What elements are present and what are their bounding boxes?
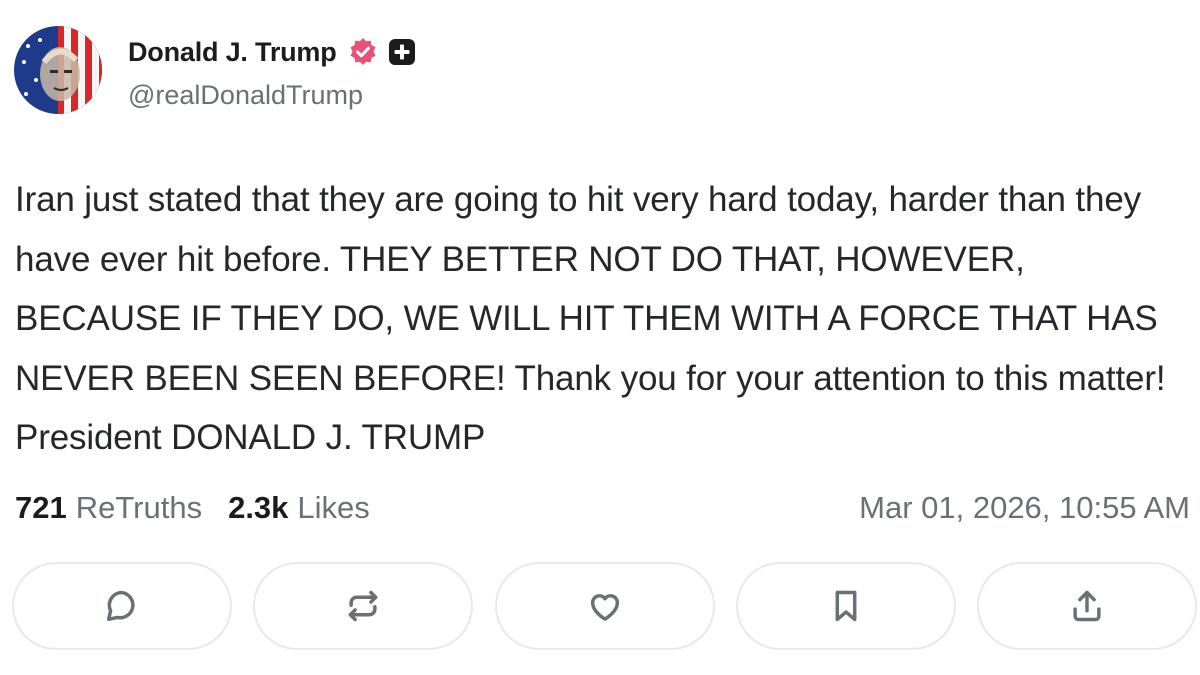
post-stats: 721 ReTruths 2.3k Likes Mar 01, 2026, 10… (15, 486, 1190, 530)
author-handle[interactable]: @realDonaldTrump (128, 80, 417, 111)
author-identity: Donald J. Trump @realDonaldTrump (128, 32, 417, 111)
retruths-count: 721 (15, 490, 67, 525)
share-icon (1073, 590, 1101, 622)
reply-button[interactable] (12, 562, 232, 650)
author-name-row: Donald J. Trump (128, 32, 417, 72)
comment-icon (106, 590, 135, 622)
author-display-name[interactable]: Donald J. Trump (128, 37, 337, 68)
truth-plus-icon (387, 37, 417, 67)
post-timestamp[interactable]: Mar 01, 2026, 10:55 AM (859, 490, 1190, 526)
likes-stat[interactable]: 2.3k Likes (228, 490, 370, 526)
retruth-button[interactable] (253, 562, 474, 650)
bookmark-button[interactable] (735, 562, 956, 650)
retruths-label: ReTruths (75, 490, 203, 525)
verified-badge-icon (347, 36, 379, 68)
repost-icon (348, 590, 378, 622)
post-card: Donald J. Trump @realDonaldTrump Iran ju… (0, 0, 1200, 675)
post-actions-bar (12, 562, 1197, 654)
post-header: Donald J. Trump @realDonaldTrump (14, 26, 417, 118)
share-button[interactable] (977, 562, 1197, 650)
post-body-text: Iran just stated that they are going to … (15, 180, 1166, 457)
likes-label: Likes (297, 490, 370, 525)
likes-count: 2.3k (228, 490, 289, 525)
avatar-image (14, 26, 102, 114)
like-button[interactable] (494, 562, 715, 650)
avatar[interactable] (14, 26, 102, 114)
bookmark-icon (835, 590, 857, 622)
heart-icon (590, 594, 619, 621)
retruths-stat[interactable]: 721 ReTruths (15, 490, 202, 526)
